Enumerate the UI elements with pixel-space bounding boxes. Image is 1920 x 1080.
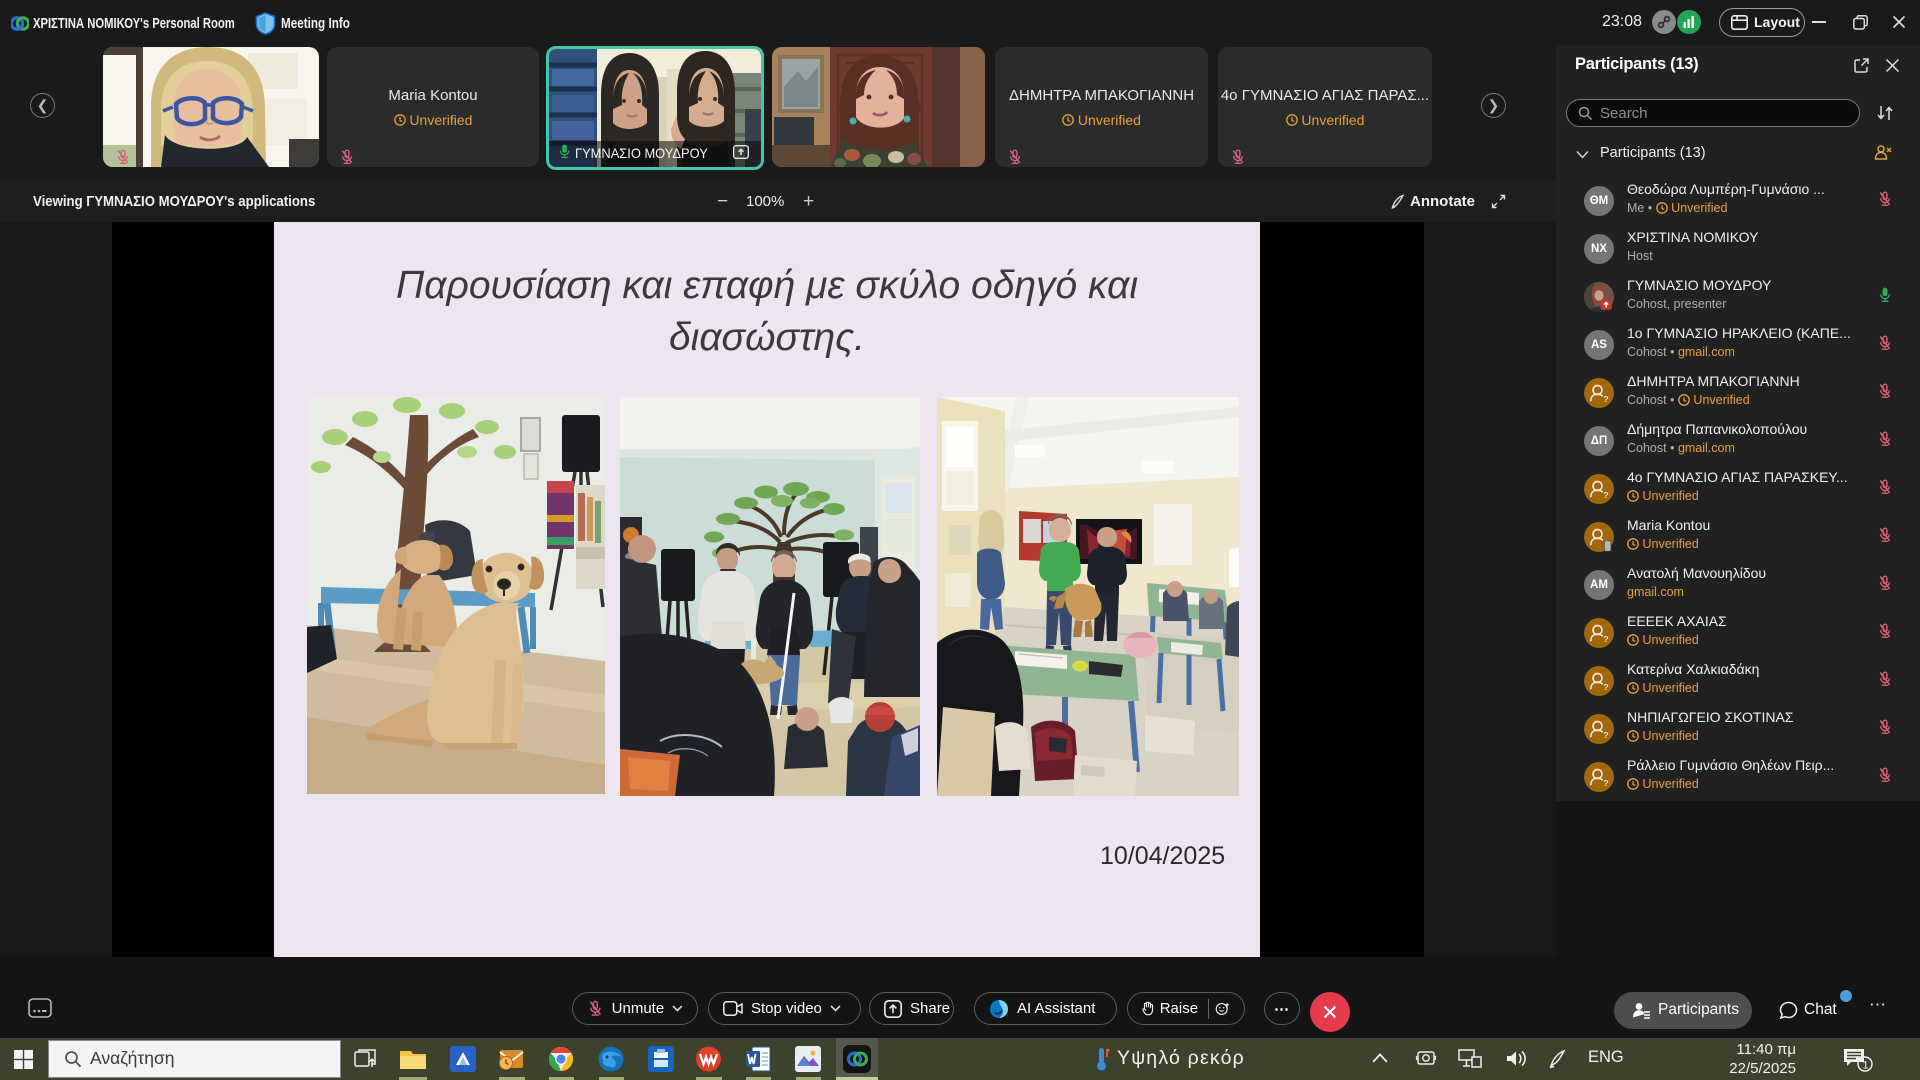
svg-text:?: ? [1604, 395, 1609, 404]
svg-text:?: ? [1604, 491, 1609, 500]
svg-text:?: ? [1604, 731, 1609, 740]
svg-text:1: 1 [1863, 1060, 1869, 1072]
svg-text:?: ? [1604, 683, 1609, 692]
svg-text:?: ? [1604, 779, 1609, 788]
svg-text:?: ? [1604, 635, 1609, 644]
